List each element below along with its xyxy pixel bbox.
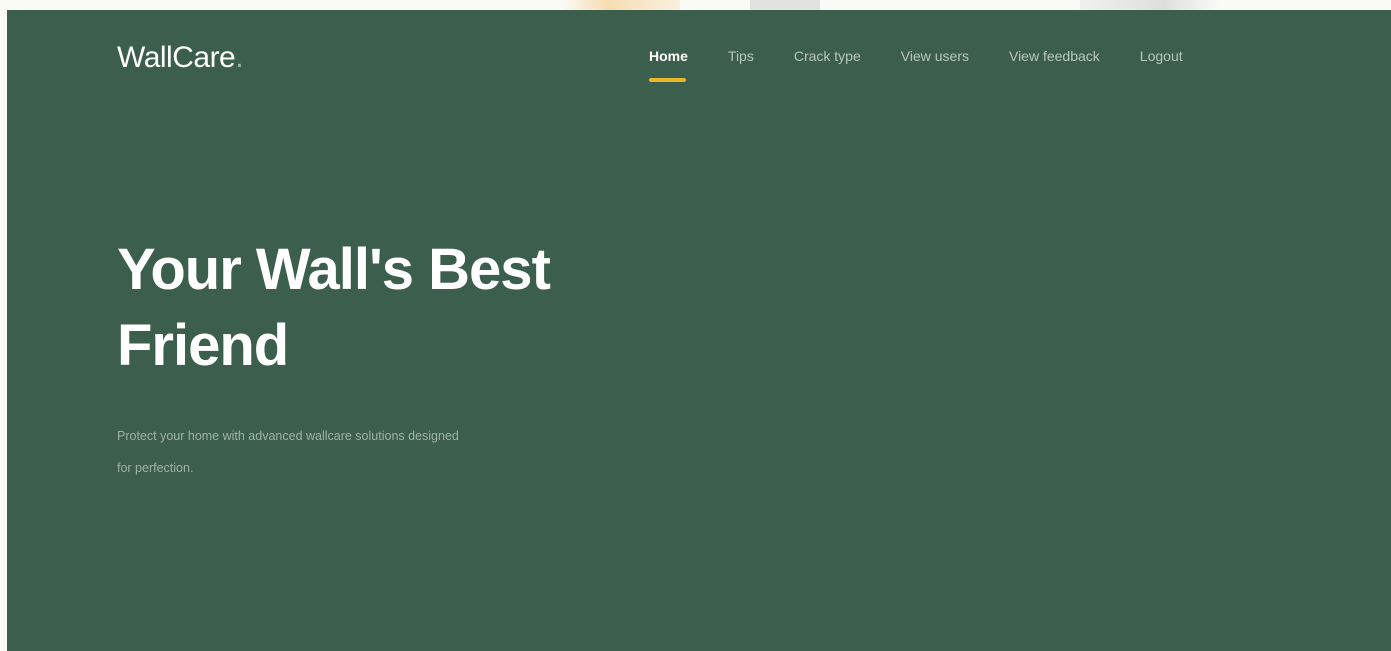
active-nav-indicator — [649, 78, 686, 82]
watermark-fragment — [750, 0, 820, 10]
nav-item-crack-type[interactable]: Crack type — [794, 48, 861, 64]
hero-headline-line: Friend — [117, 313, 289, 378]
watermark-fragment — [560, 0, 680, 10]
nav-item-label: Logout — [1139, 48, 1183, 64]
nav-item-tips[interactable]: Tips — [728, 48, 754, 64]
brand-logo[interactable]: WallCare. — [117, 41, 244, 75]
nav-item-label: View users — [900, 48, 969, 64]
nav-item-label: Crack type — [793, 48, 861, 64]
brand-name: WallCare — [117, 41, 236, 74]
hero-subtitle-line: Protect your home with advanced wallcare… — [117, 429, 459, 443]
nav-item-logout[interactable]: Logout — [1140, 48, 1183, 64]
hero-section: WallCare. Home Tips Crack type View user… — [7, 10, 1391, 651]
watermark-fragment — [1080, 0, 1220, 10]
hero-subtitle: Protect your home with advanced wallcare… — [117, 420, 517, 484]
nav-item-view-users[interactable]: View users — [901, 48, 969, 64]
hero-headline: Your Wall's Best Friend — [117, 232, 577, 384]
nav-item-home[interactable]: Home — [649, 48, 688, 82]
page: WallCare. Home Tips Crack type View user… — [0, 0, 1391, 651]
nav-item-label: Tips — [727, 48, 754, 64]
brand-dot: . — [235, 41, 244, 74]
hero-headline-line: Your Wall's Best — [117, 237, 551, 302]
nav-item-label: View feedback — [1008, 48, 1100, 64]
nav-item-view-feedback[interactable]: View feedback — [1009, 48, 1100, 64]
main-nav: Home Tips Crack type View users View fee… — [649, 48, 1223, 82]
nav-item-label: Home — [649, 48, 688, 64]
hero-subtitle-line: for perfection. — [117, 461, 194, 475]
